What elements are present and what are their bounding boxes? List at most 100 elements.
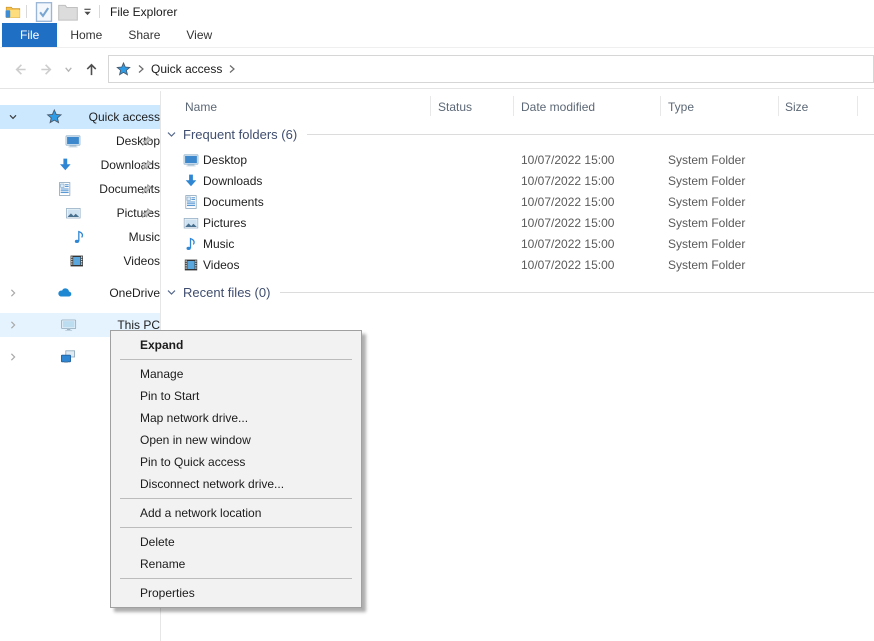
- chevron-right-icon[interactable]: [8, 320, 18, 330]
- file-date-modified: 10/07/2022 15:00: [521, 174, 614, 188]
- up-button[interactable]: [78, 56, 104, 82]
- sidebar-item-onedrive[interactable]: OneDrive: [0, 281, 160, 305]
- menu-separator: [120, 498, 352, 499]
- menu-separator: [120, 359, 352, 360]
- tab-view[interactable]: View: [173, 23, 225, 47]
- column-header-size[interactable]: Size: [785, 100, 808, 114]
- sidebar-item-label: Pictures: [117, 206, 160, 220]
- file-explorer-window: { "window": { "title": "File Explorer" }…: [0, 0, 874, 641]
- menu-item-map-network-drive[interactable]: Map network drive...: [111, 407, 361, 429]
- tab-file[interactable]: File: [2, 23, 57, 47]
- file-date-modified: 10/07/2022 15:00: [521, 195, 614, 209]
- downloads-icon: [183, 173, 199, 189]
- column-resize-handle[interactable]: [778, 96, 779, 116]
- recent-locations-button[interactable]: [60, 56, 76, 82]
- sidebar-item-quick-access[interactable]: Quick access: [0, 105, 160, 129]
- chevron-right-icon[interactable]: [8, 288, 18, 298]
- sidebar-item-pictures[interactable]: Pictures: [0, 201, 160, 225]
- file-name[interactable]: Downloads: [203, 174, 262, 188]
- music-icon: [183, 236, 199, 252]
- back-button[interactable]: [6, 56, 32, 82]
- group-chevron-icon[interactable]: [166, 129, 177, 140]
- group-chevron-icon[interactable]: [166, 287, 177, 298]
- desktop-icon: [36, 133, 110, 149]
- network-icon: [26, 349, 110, 365]
- sidebar-item-music[interactable]: Music: [0, 225, 160, 249]
- videos-icon: [36, 253, 118, 269]
- menu-item-pin-to-start[interactable]: Pin to Start: [111, 385, 361, 407]
- menu-item-rename[interactable]: Rename: [111, 553, 361, 575]
- tab-share[interactable]: Share: [115, 23, 173, 47]
- menu-item-expand[interactable]: Expand: [111, 334, 361, 356]
- toolbar-divider: [99, 5, 100, 18]
- group-label: Frequent folders (6): [183, 127, 297, 142]
- customize-toolbar-arrow-icon[interactable]: [80, 2, 94, 21]
- properties-check-icon[interactable]: [32, 2, 56, 21]
- group-rule: [280, 292, 874, 293]
- file-type: System Folder: [668, 216, 745, 230]
- file-name[interactable]: Music: [203, 237, 234, 251]
- column-resize-handle[interactable]: [857, 96, 858, 116]
- ribbon-tabs: FileHomeShareView: [0, 23, 874, 47]
- onedrive-icon: [26, 285, 103, 301]
- pictures-icon: [183, 215, 199, 231]
- column-resize-handle[interactable]: [660, 96, 661, 116]
- menu-separator: [120, 527, 352, 528]
- this-pc-icon: [26, 317, 111, 333]
- menu-item-delete[interactable]: Delete: [111, 531, 361, 553]
- this-pc-context-menu: Expand ManagePin to StartMap network driv…: [110, 330, 362, 608]
- navigation-bar: Quick access: [0, 47, 874, 89]
- file-date-modified: 10/07/2022 15:00: [521, 237, 614, 251]
- sidebar-item-videos[interactable]: Videos: [0, 249, 160, 273]
- file-row-desktop[interactable]: Desktop10/07/2022 15:00System Folder: [161, 150, 874, 171]
- breadcrumb-chevron-icon[interactable]: [228, 64, 236, 74]
- documents-icon: [36, 181, 93, 197]
- column-resize-handle[interactable]: [513, 96, 514, 116]
- tab-home[interactable]: Home: [57, 23, 115, 47]
- menu-item-open-in-new-window[interactable]: Open in new window: [111, 429, 361, 451]
- sidebar-item-label: OneDrive: [109, 286, 160, 300]
- quick-access-star-icon: [26, 109, 83, 125]
- file-type: System Folder: [668, 195, 745, 209]
- new-folder-icon[interactable]: [56, 2, 80, 21]
- file-name[interactable]: Desktop: [203, 153, 247, 167]
- forward-button[interactable]: [34, 56, 60, 82]
- file-row-pictures[interactable]: Pictures 10/07/2022 15:00 System Folder: [161, 213, 874, 234]
- column-header-status[interactable]: Status: [438, 100, 472, 114]
- group-header-frequent-folders-6[interactable]: Frequent folders (6): [166, 125, 874, 143]
- address-bar[interactable]: Quick access: [108, 55, 874, 83]
- file-type: System Folder: [668, 258, 745, 272]
- file-name[interactable]: Documents: [203, 195, 264, 209]
- menu-item-properties[interactable]: Properties: [111, 582, 361, 604]
- explorer-logo-icon[interactable]: [5, 4, 21, 20]
- desktop-icon: [183, 152, 199, 168]
- chevron-down-icon[interactable]: [8, 112, 18, 122]
- file-row-documents[interactable]: Documents 10/07/2022 15:00 System Folder: [161, 192, 874, 213]
- column-header-date-modified[interactable]: Date modified: [521, 100, 595, 114]
- sidebar-item-label: Videos: [124, 254, 160, 268]
- pin-icon: [141, 183, 153, 195]
- menu-item-add-a-network-location[interactable]: Add a network location: [111, 502, 361, 524]
- group-label: Recent files (0): [183, 285, 270, 300]
- sidebar-item-desktop[interactable]: Desktop: [0, 129, 160, 153]
- column-resize-handle[interactable]: [430, 96, 431, 116]
- menu-item-pin-to-quick-access[interactable]: Pin to Quick access: [111, 451, 361, 473]
- file-name[interactable]: Pictures: [203, 216, 246, 230]
- file-date-modified: 10/07/2022 15:00: [521, 216, 614, 230]
- file-row-videos[interactable]: Videos10/07/2022 15:00System Folder: [161, 255, 874, 276]
- sidebar-item-downloads[interactable]: Downloads: [0, 153, 160, 177]
- breadcrumb-location[interactable]: Quick access: [151, 62, 222, 76]
- column-header-type[interactable]: Type: [668, 100, 694, 114]
- file-type: System Folder: [668, 237, 745, 251]
- file-row-music[interactable]: Music 10/07/2022 15:00 System Folder: [161, 234, 874, 255]
- group-header-recent-files-0[interactable]: Recent files (0): [166, 283, 874, 301]
- sidebar-item-documents[interactable]: Documents: [0, 177, 160, 201]
- file-row-downloads[interactable]: Downloads10/07/2022 15:00System Folder: [161, 171, 874, 192]
- menu-item-manage[interactable]: Manage: [111, 363, 361, 385]
- column-header-name[interactable]: Name: [185, 100, 217, 114]
- file-name[interactable]: Videos: [203, 258, 239, 272]
- chevron-right-icon[interactable]: [8, 352, 18, 362]
- pictures-icon: [36, 205, 111, 221]
- menu-item-disconnect-network-drive[interactable]: Disconnect network drive...: [111, 473, 361, 495]
- downloads-icon: [36, 157, 95, 173]
